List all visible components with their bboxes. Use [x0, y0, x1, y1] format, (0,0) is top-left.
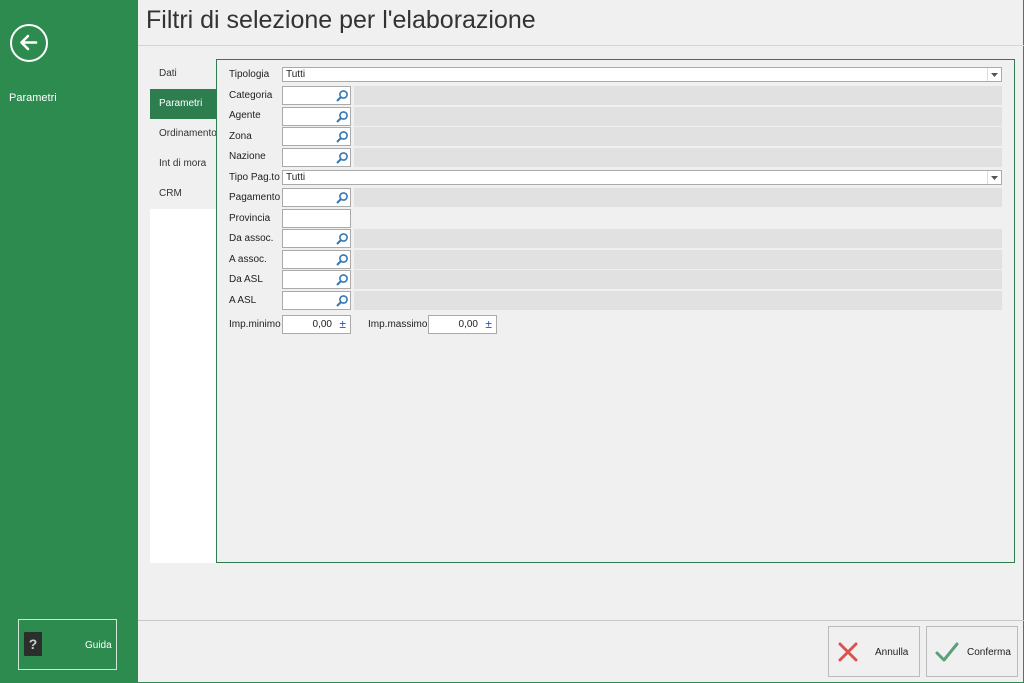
chevron-down-icon[interactable] [987, 171, 1001, 184]
pagamento-label: Pagamento [229, 192, 281, 203]
a-asl-label: A ASL [229, 295, 257, 306]
da-asl-input[interactable] [282, 270, 351, 289]
arrow-left-icon [20, 34, 38, 51]
tipologia-value: Tutti [286, 69, 306, 80]
filter-panel: Tipologia Tutti Categoria Agente Zona Na… [216, 59, 1015, 563]
chevron-down-icon[interactable] [987, 68, 1001, 81]
a-assoc-label: A assoc. [229, 254, 267, 265]
search-icon[interactable] [335, 294, 349, 308]
tab-crm[interactable]: CRM [150, 179, 216, 209]
tab-int-di-mora[interactable]: Int di mora [150, 149, 216, 179]
imp-massimo-value: 0,00 [458, 319, 478, 330]
search-icon[interactable] [335, 151, 349, 165]
tab-strip: Dati Parametri Ordinamento Int di mora C… [150, 59, 216, 563]
help-button-label: Guida [85, 640, 112, 651]
da-assoc-label: Da assoc. [229, 233, 274, 244]
a-asl-input[interactable] [282, 291, 351, 310]
sidebar-section-label: Parametri [9, 92, 57, 104]
a-assoc-description [354, 250, 1002, 269]
categoria-description [354, 86, 1002, 105]
search-icon[interactable] [335, 89, 349, 103]
agente-description [354, 107, 1002, 126]
title-divider [138, 45, 1024, 46]
nazione-label: Nazione [229, 151, 266, 162]
confirm-button-label: Conferma [967, 647, 1011, 658]
agente-input[interactable] [282, 107, 351, 126]
search-icon[interactable] [335, 253, 349, 267]
tipo-pagto-value: Tutti [286, 172, 306, 183]
page-title: Filtri di selezione per l'elaborazione [146, 6, 536, 34]
nazione-input[interactable] [282, 148, 351, 167]
categoria-label: Categoria [229, 90, 273, 101]
imp-minimo-value: 0,00 [312, 319, 332, 330]
imp-minimo-label: Imp.minimo [229, 319, 281, 330]
search-icon[interactable] [335, 273, 349, 287]
cancel-button[interactable]: Annulla [828, 626, 920, 677]
provincia-label: Provincia [229, 213, 271, 224]
footer-divider [138, 620, 1024, 621]
back-button[interactable] [10, 24, 48, 62]
categoria-input[interactable] [282, 86, 351, 105]
agente-label: Agente [229, 110, 261, 121]
tipologia-select[interactable]: Tutti [282, 67, 1002, 82]
close-icon [838, 642, 858, 662]
pagamento-description [354, 188, 1002, 207]
a-asl-description [354, 291, 1002, 310]
zona-description [354, 127, 1002, 146]
checkmark-icon [935, 642, 959, 662]
da-asl-description [354, 270, 1002, 289]
main-area: Filtri di selezione per l'elaborazione D… [137, 0, 1024, 683]
search-icon[interactable] [335, 191, 349, 205]
tab-parametri[interactable]: Parametri [150, 89, 216, 119]
confirm-button[interactable]: Conferma [926, 626, 1018, 677]
search-icon[interactable] [335, 110, 349, 124]
tipo-pagto-label: Tipo Pag.to [229, 172, 280, 183]
pagamento-input[interactable] [282, 188, 351, 207]
help-button[interactable]: ? Guida [18, 619, 117, 670]
tab-dati[interactable]: Dati [150, 59, 216, 89]
tab-ordinamento[interactable]: Ordinamento [150, 119, 216, 149]
da-assoc-input[interactable] [282, 229, 351, 248]
da-assoc-description [354, 229, 1002, 248]
da-asl-label: Da ASL [229, 274, 263, 285]
imp-massimo-label: Imp.massimo [368, 319, 428, 330]
a-assoc-input[interactable] [282, 250, 351, 269]
search-icon[interactable] [335, 232, 349, 246]
cancel-button-label: Annulla [875, 647, 909, 658]
tipologia-label: Tipologia [229, 69, 270, 80]
help-book-icon: ? [24, 632, 42, 656]
imp-minimo-input[interactable]: 0,00 ± [282, 315, 351, 334]
nazione-description [354, 148, 1002, 167]
provincia-input[interactable] [282, 209, 351, 228]
plus-minus-icon[interactable]: ± [339, 317, 346, 331]
search-icon[interactable] [335, 130, 349, 144]
tipo-pagto-select[interactable]: Tutti [282, 170, 1002, 185]
sidebar: Parametri ? Guida [0, 0, 137, 683]
zona-label: Zona [229, 131, 252, 142]
plus-minus-icon[interactable]: ± [485, 317, 492, 331]
zona-input[interactable] [282, 127, 351, 146]
imp-massimo-input[interactable]: 0,00 ± [428, 315, 497, 334]
